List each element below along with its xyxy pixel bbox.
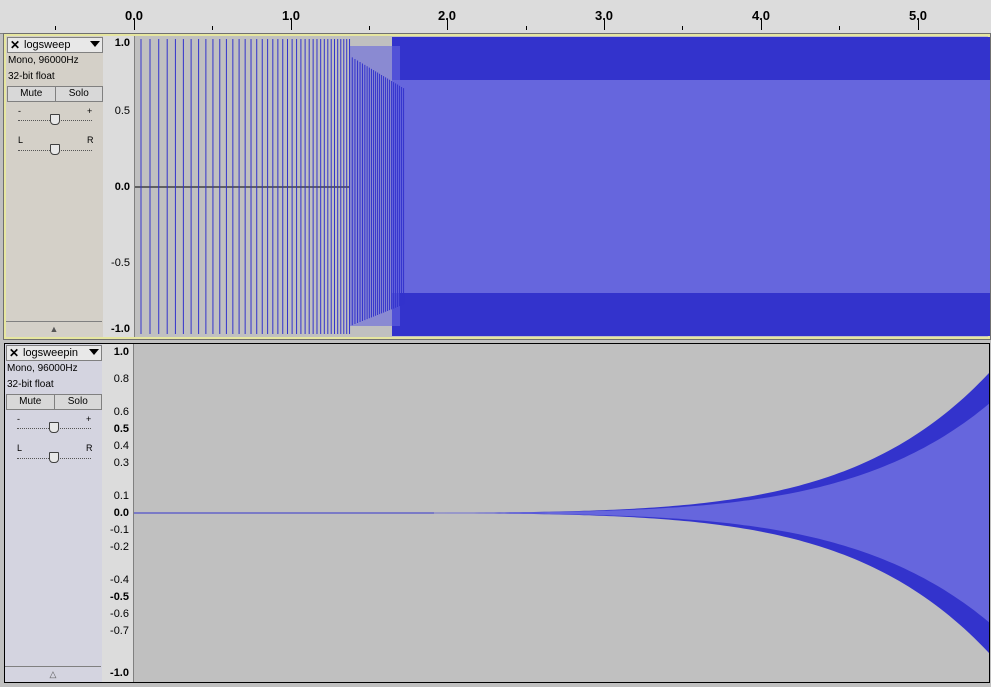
ruler-tick [604, 20, 605, 30]
timeline-ruler[interactable]: 0.0 1.0 2.0 3.0 4.0 5.0 [0, 0, 991, 34]
track-name[interactable]: logsweep [24, 39, 70, 51]
scale-label: -0.4 [110, 574, 129, 586]
gain-minus-label: - [18, 106, 21, 116]
track-control-panel[interactable]: ✕ logsweepin Mono, 96000Hz 32-bit float … [5, 344, 103, 682]
ruler-tick [761, 20, 762, 30]
waveform-svg [134, 373, 989, 653]
expand-track-button[interactable]: △ [5, 666, 101, 682]
close-track-icon[interactable]: ✕ [8, 347, 20, 359]
scale-label: 0.6 [113, 406, 129, 418]
gain-plus-label: + [86, 414, 92, 424]
audio-track-logsweep[interactable]: ✕ logsweep Mono, 96000Hz 32-bit float Mu… [3, 33, 991, 340]
ruler-tick [447, 20, 448, 30]
pan-right-label: R [86, 443, 93, 453]
gain-slider-thumb[interactable] [49, 422, 59, 433]
pan-slider-thumb[interactable] [50, 144, 60, 155]
ruler-tick [212, 26, 213, 30]
scale-label: -0.5 [111, 257, 130, 269]
scale-label: 1.0 [114, 37, 130, 49]
ruler-tick [918, 20, 919, 30]
solo-button[interactable]: Solo [55, 87, 102, 101]
scale-label: -0.6 [110, 608, 129, 620]
track-control-panel[interactable]: ✕ logsweep Mono, 96000Hz 32-bit float Mu… [6, 36, 104, 337]
pan-slider[interactable] [17, 452, 91, 463]
scale-label: -1.0 [111, 323, 130, 335]
ruler-tick [682, 26, 683, 30]
waveform-svg [135, 37, 990, 336]
pan-right-label: R [87, 135, 94, 145]
pan-slider-thumb[interactable] [49, 452, 59, 463]
gain-slider[interactable] [18, 114, 92, 125]
close-track-icon[interactable]: ✕ [9, 39, 21, 51]
scale-label: -0.2 [110, 541, 129, 553]
scale-label: 0.3 [113, 457, 129, 469]
scale-label: 0.0 [114, 181, 130, 193]
mute-button[interactable]: Mute [8, 87, 56, 101]
track-format: Mono, 96000Hz [7, 363, 78, 374]
track-name[interactable]: logsweepin [23, 347, 78, 359]
ruler-tick [526, 26, 527, 30]
mute-button[interactable]: Mute [7, 395, 55, 409]
track-format: Mono, 96000Hz [8, 55, 79, 66]
collapse-track-button[interactable]: ▲ [6, 321, 102, 337]
solo-button[interactable]: Solo [54, 395, 101, 409]
scale-label: 0.4 [113, 440, 129, 452]
ruler-tick [291, 20, 292, 30]
track-bitdepth: 32-bit float [7, 379, 54, 390]
ruler-tick [55, 26, 56, 30]
pan-slider[interactable] [18, 144, 92, 155]
gain-slider-thumb[interactable] [50, 114, 60, 125]
scale-label: 0.5 [113, 423, 129, 435]
ruler-tick [369, 26, 370, 30]
scale-label: -0.5 [110, 591, 129, 603]
track-title-bar[interactable]: ✕ logsweepin [6, 345, 102, 361]
track-menu-arrow-icon[interactable] [90, 41, 100, 47]
ruler-tick [839, 26, 840, 30]
scale-label: 1.0 [113, 346, 129, 358]
scale-label: 0.5 [114, 105, 130, 117]
scale-label: -1.0 [110, 667, 129, 679]
track-bitdepth: 32-bit float [8, 71, 55, 82]
scale-label: -0.1 [110, 524, 129, 536]
scale-label: 0.8 [113, 373, 129, 385]
vertical-amplitude-ruler: 1.0 0.8 0.6 0.5 0.4 0.3 0.1 0.0 -0.1 -0.… [102, 344, 134, 682]
pan-left-label: L [17, 443, 23, 453]
gain-minus-label: - [17, 414, 20, 424]
scale-label: 0.1 [113, 490, 129, 502]
scale-label: 0.0 [113, 507, 129, 519]
ruler-tick [134, 20, 135, 30]
audio-track-logsweepin[interactable]: ✕ logsweepin Mono, 96000Hz 32-bit float … [4, 343, 990, 683]
waveform-area[interactable] [135, 36, 990, 337]
scale-label: -0.7 [110, 625, 129, 637]
gain-slider[interactable] [17, 422, 91, 433]
gain-plus-label: + [87, 106, 93, 116]
track-title-bar[interactable]: ✕ logsweep [7, 37, 103, 53]
track-menu-arrow-icon[interactable] [89, 349, 99, 355]
waveform-area[interactable] [134, 344, 989, 682]
vertical-amplitude-ruler: 1.0 0.5 0.0 -0.5 -1.0 [103, 36, 135, 337]
pan-left-label: L [18, 135, 24, 145]
